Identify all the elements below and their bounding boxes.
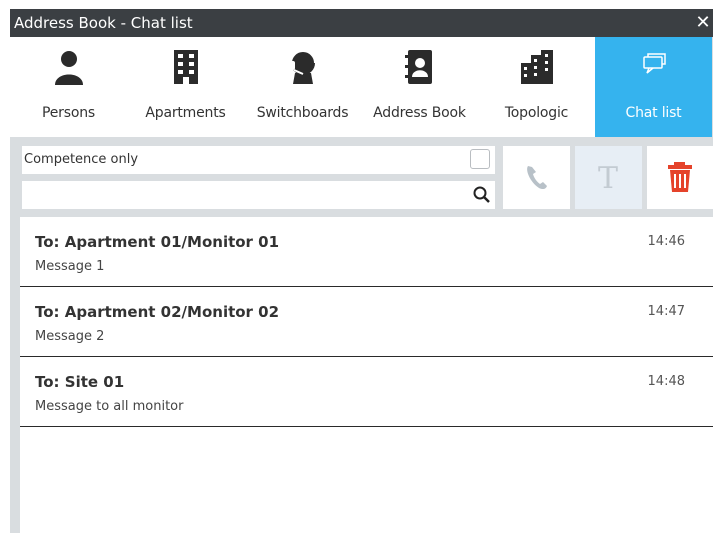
title-bar: Address Book - Chat list ✕	[10, 9, 713, 37]
person-icon	[10, 49, 127, 85]
call-button[interactable]	[503, 146, 570, 209]
competence-filter: Competence only	[22, 146, 495, 174]
tab-switchboards[interactable]: Switchboards	[244, 37, 361, 137]
chat-list-item[interactable]: To: Site 01 Message to all monitor 14:48	[20, 357, 713, 427]
timestamp: 14:46	[647, 234, 685, 249]
tab-label: Address Book	[373, 105, 466, 121]
competence-checkbox[interactable]	[470, 149, 490, 169]
timestamp: 14:47	[647, 304, 685, 319]
window-title: Address Book - Chat list	[14, 14, 193, 32]
phone-icon	[503, 166, 570, 213]
delete-button[interactable]	[647, 146, 713, 209]
chat-list: To: Apartment 01/Monitor 01 Message 1 14…	[20, 217, 713, 533]
text-icon: T	[575, 161, 642, 213]
chat-list-item[interactable]: To: Apartment 02/Monitor 02 Message 2 14…	[20, 287, 713, 357]
message-text: Message 1	[35, 259, 105, 274]
recipient: To: Site 01	[35, 373, 125, 391]
address-book-icon	[361, 49, 478, 85]
tab-persons[interactable]: Persons	[10, 37, 127, 137]
tab-apartments[interactable]: Apartments	[127, 37, 244, 137]
search-field[interactable]	[22, 181, 495, 209]
building-icon	[127, 49, 244, 85]
tab-label: Persons	[42, 105, 95, 121]
tab-topologic[interactable]: Topologic	[478, 37, 595, 137]
tab-chat-list[interactable]: Chat list	[595, 37, 712, 137]
timestamp: 14:48	[647, 374, 685, 389]
search-icon[interactable]	[473, 186, 491, 208]
competence-label: Competence only	[24, 152, 139, 167]
tab-label: Apartments	[145, 105, 226, 121]
tab-address-book[interactable]: Address Book	[361, 37, 478, 137]
svg-text:T: T	[598, 161, 618, 196]
buildings-icon	[478, 49, 595, 85]
headset-icon	[244, 49, 361, 85]
tab-label: Topologic	[504, 105, 569, 121]
tab-label: Chat list	[625, 105, 682, 121]
text-button[interactable]: T	[575, 146, 642, 209]
tab-bar: Persons Apartments Switchboards Address …	[10, 37, 713, 137]
trash-icon	[647, 162, 713, 213]
chat-icon	[595, 49, 712, 85]
recipient: To: Apartment 02/Monitor 02	[35, 303, 280, 321]
message-text: Message 2	[35, 329, 105, 344]
close-icon[interactable]: ✕	[693, 9, 713, 37]
recipient: To: Apartment 01/Monitor 01	[35, 233, 280, 251]
chat-list-item[interactable]: To: Apartment 01/Monitor 01 Message 1 14…	[20, 217, 713, 287]
tab-label: Switchboards	[256, 105, 349, 121]
message-text: Message to all monitor	[35, 399, 184, 414]
